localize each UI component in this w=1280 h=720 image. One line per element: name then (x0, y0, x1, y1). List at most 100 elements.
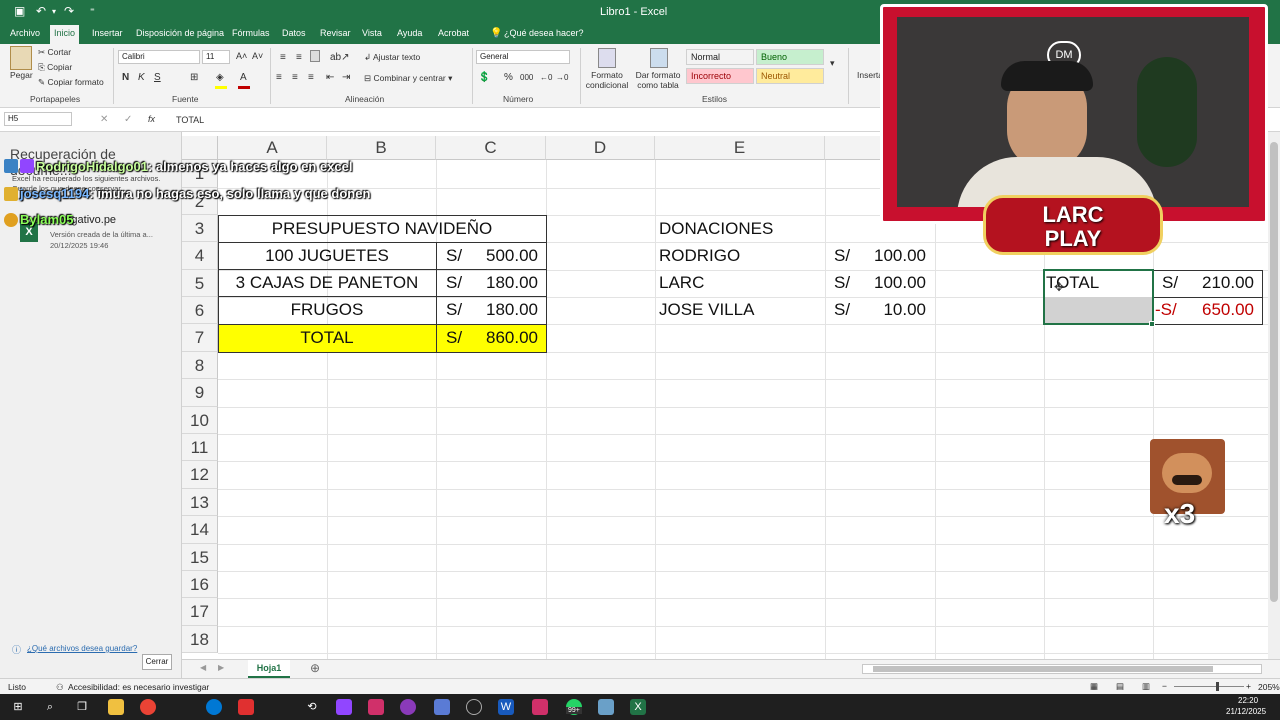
search-icon[interactable]: ⌕ (42, 699, 58, 715)
close-recovery-button[interactable]: Cerrar (142, 654, 172, 670)
number-format-select[interactable]: General (476, 50, 570, 64)
budget-total-currency[interactable]: S/ (446, 325, 462, 351)
app-icon[interactable] (368, 699, 384, 715)
summary-amount[interactable]: 210.00 (1188, 270, 1254, 296)
budget-item-amount[interactable]: 180.00 (472, 297, 538, 323)
tab-revisar[interactable]: Revisar (316, 27, 355, 39)
page-break-icon[interactable]: ▥ (1142, 681, 1150, 692)
tab-formulas[interactable]: Fórmulas (228, 27, 274, 39)
cut-button[interactable]: ✂ Cortar (38, 47, 71, 58)
clock-date[interactable]: 21/12/2025 (1226, 707, 1266, 716)
paste-icon[interactable] (10, 46, 32, 70)
customize-qat-icon[interactable]: ⁼ (90, 6, 95, 17)
chrome-icon[interactable] (140, 699, 156, 715)
summary-currency[interactable]: S/ (1162, 270, 1178, 296)
normal-view-icon[interactable]: ▦ (1090, 681, 1098, 692)
format-painter-button[interactable]: ✎ Copiar formato (38, 77, 104, 88)
accounting-icon[interactable]: 💲 (478, 72, 490, 83)
budget-total-amount[interactable]: 860.00 (472, 325, 538, 351)
budget-item-name[interactable]: 3 CAJAS DE PANETON (218, 270, 436, 296)
zoom-out-icon[interactable]: − (1162, 681, 1167, 691)
tab-insertar[interactable]: Insertar (88, 27, 127, 39)
increase-decimal-icon[interactable]: ←0 (540, 73, 552, 82)
style-neutral[interactable]: Neutral (756, 68, 824, 84)
comma-style-icon[interactable]: 000 (520, 73, 533, 82)
row-header[interactable]: 18 (182, 626, 218, 653)
tab-inicio[interactable]: Inicio (50, 25, 80, 44)
budget-item-currency[interactable]: S/ (446, 243, 462, 269)
row-header[interactable]: 14 (182, 516, 218, 544)
accessibility-status[interactable]: Accesibilidad: es necesario investigar (68, 682, 209, 692)
style-incorrecto[interactable]: Incorrecto (686, 68, 754, 84)
tab-archivo[interactable]: Archivo (6, 27, 44, 39)
name-box[interactable]: H5 (4, 112, 72, 126)
row-header[interactable]: 15 (182, 544, 218, 571)
row-header[interactable]: 17 (182, 598, 218, 626)
font-color-icon[interactable]: A (240, 72, 247, 83)
app-icon[interactable] (598, 699, 614, 715)
page-layout-icon[interactable]: ▤ (1116, 681, 1124, 692)
donor-name[interactable]: RODRIGO (659, 243, 740, 269)
donations-title[interactable]: DONACIONES (659, 216, 773, 242)
donor-name[interactable]: JOSE VILLA (659, 297, 754, 323)
shrink-font-icon[interactable]: A˅ (252, 51, 263, 61)
underline-icon[interactable]: S (154, 72, 161, 83)
row-header[interactable]: 12 (182, 461, 218, 489)
app-icon[interactable]: ⟲ (304, 699, 320, 715)
sheet-tab-hoja1[interactable]: Hoja1 (248, 660, 290, 678)
zoom-slider-thumb[interactable] (1216, 682, 1219, 691)
row-header[interactable]: 4 (182, 242, 218, 270)
row-header[interactable]: 16 (182, 571, 218, 598)
wrap-text-button[interactable]: ↲ Ajustar texto (364, 52, 420, 63)
app-icon[interactable] (532, 699, 548, 715)
row-header[interactable]: 3 (182, 215, 218, 242)
paste-button[interactable]: Pegar (10, 70, 33, 80)
budget-item-amount[interactable]: 500.00 (472, 243, 538, 269)
column-header-b[interactable]: B (327, 136, 436, 160)
grow-font-icon[interactable]: A˄ (236, 51, 247, 61)
borders-icon[interactable]: ⊞ (190, 72, 198, 83)
donor-amount[interactable]: 100.00 (858, 243, 926, 269)
copy-button[interactable]: ⎘ Copiar (38, 62, 72, 73)
column-header-a[interactable]: A (218, 136, 327, 160)
difference-currency[interactable]: -S/ (1155, 297, 1177, 323)
align-left-icon[interactable]: ≡ (276, 72, 282, 83)
app-icon[interactable] (336, 699, 352, 715)
calculator-icon[interactable] (434, 699, 450, 715)
select-all-corner[interactable] (182, 136, 218, 160)
prev-sheet-icon[interactable]: ◀ (200, 663, 206, 672)
align-right-icon[interactable]: ≡ (308, 72, 314, 83)
next-sheet-icon[interactable]: ▶ (218, 663, 224, 672)
app-icon[interactable] (238, 699, 254, 715)
zoom-in-icon[interactable]: + (1246, 681, 1251, 691)
tab-vista[interactable]: Vista (358, 27, 386, 39)
app-icon[interactable] (400, 699, 416, 715)
tab-acrobat[interactable]: Acrobat (434, 27, 473, 39)
scroll-thumb[interactable] (1270, 142, 1278, 602)
column-header-e[interactable]: E (655, 136, 825, 160)
styles-more-icon[interactable]: ▾ (830, 58, 835, 69)
excel-taskbar-icon[interactable]: X (630, 699, 646, 715)
donor-currency[interactable]: S/ (834, 297, 850, 323)
row-header[interactable]: 11 (182, 434, 218, 461)
align-middle-icon[interactable]: ≡ (296, 52, 302, 63)
donor-currency[interactable]: S/ (834, 270, 850, 296)
which-files-link[interactable]: ¿Qué archivos desea guardar? (27, 644, 137, 653)
clock-time[interactable]: 22:20 (1238, 696, 1258, 705)
horizontal-scrollbar[interactable] (862, 664, 1262, 674)
enter-icon[interactable]: ✓ (124, 114, 132, 125)
conditional-format-icon[interactable] (598, 48, 616, 68)
orientation-icon[interactable]: ab↗ (330, 52, 350, 63)
donor-amount[interactable]: 100.00 (858, 270, 926, 296)
donor-name[interactable]: LARC (659, 270, 704, 296)
budget-item-name[interactable]: 100 JUGUETES (218, 243, 436, 269)
row-header[interactable]: 5 (182, 270, 218, 297)
budget-item-amount[interactable]: 180.00 (472, 270, 538, 296)
add-sheet-icon[interactable]: ⊕ (310, 661, 320, 675)
tab-ayuda[interactable]: Ayuda (393, 27, 426, 39)
row-header[interactable]: 9 (182, 379, 218, 407)
cancel-icon[interactable]: ✕ (100, 114, 108, 125)
tell-me-search[interactable]: ¿Qué desea hacer? (500, 27, 588, 39)
format-table-button[interactable]: Dar formato como tabla (634, 70, 682, 90)
column-header-d[interactable]: D (546, 136, 655, 160)
